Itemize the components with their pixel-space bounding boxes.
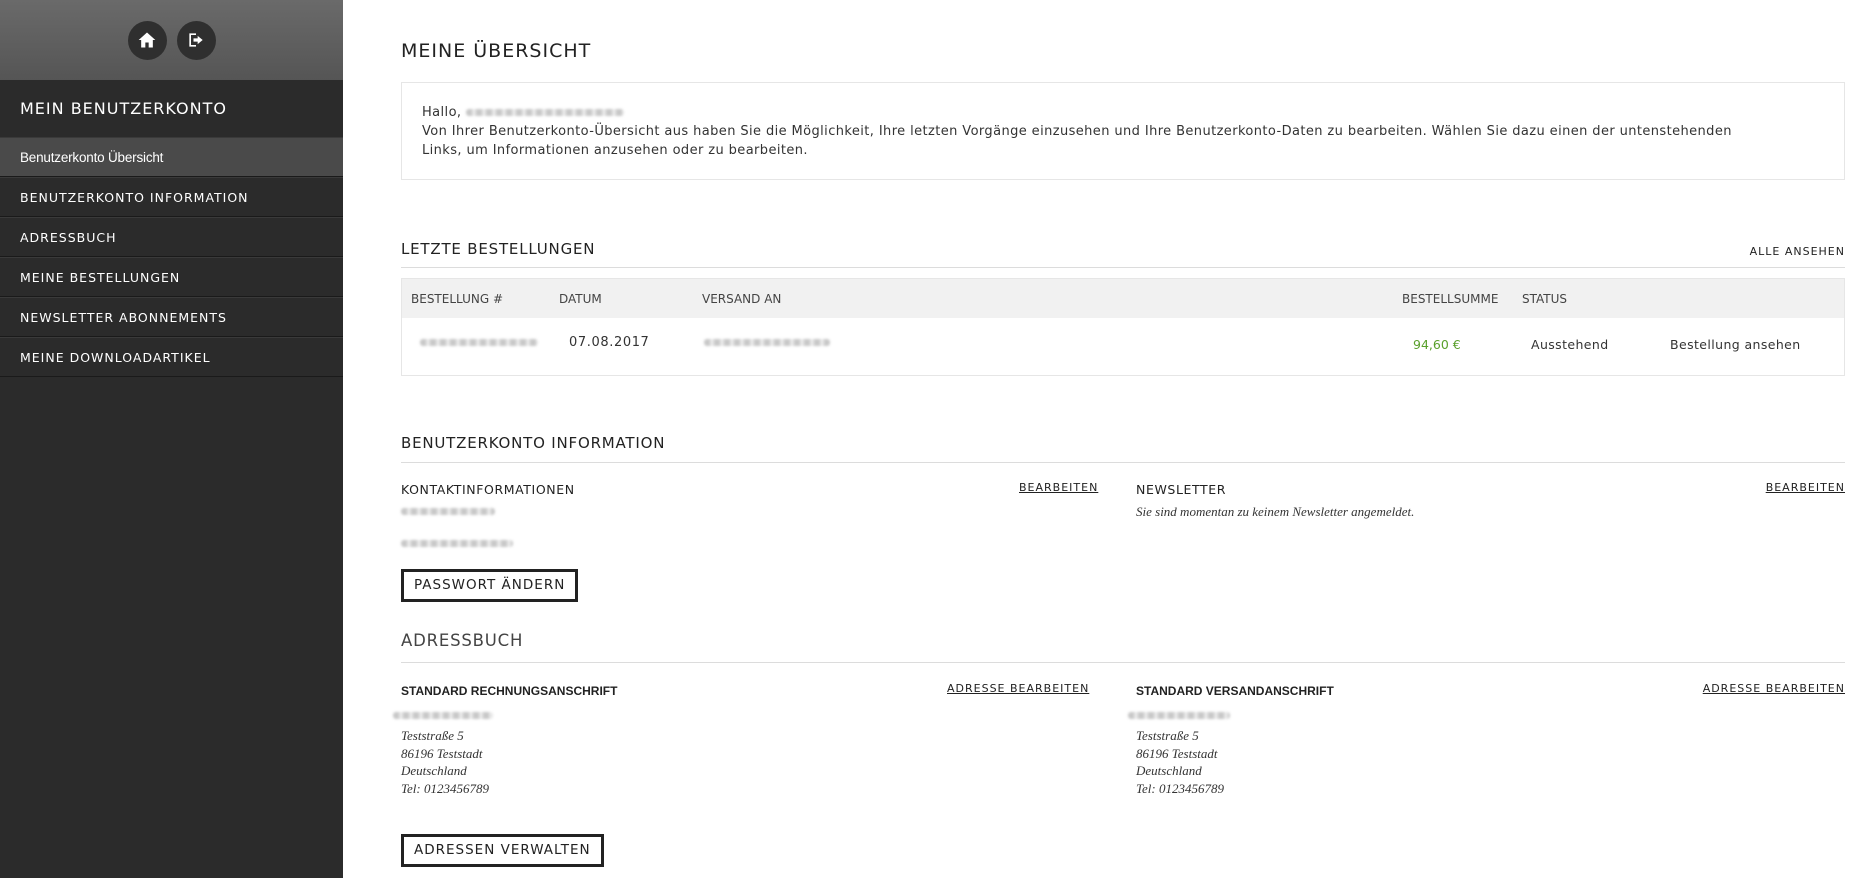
sidebar-header bbox=[0, 0, 343, 80]
col-ship-to: VERSAND AN bbox=[702, 292, 782, 306]
account-info-title: BENUTZERKONTO INFORMATION bbox=[401, 434, 666, 452]
view-order-link[interactable]: Bestellung ansehen bbox=[1670, 337, 1801, 352]
newsletter-status-text: Sie sind momentan zu keinem Newsletter a… bbox=[1136, 504, 1415, 519]
col-order-number: BESTELLUNG # bbox=[411, 292, 504, 306]
order-number-redacted bbox=[420, 339, 538, 346]
billing-edit-link[interactable]: ADRESSE BEARBEITEN bbox=[947, 682, 1089, 695]
sidebar-title: MEIN BENUTZERKONTO bbox=[20, 99, 227, 118]
billing-phone: Tel: 0123456789 bbox=[401, 780, 489, 796]
customer-name-redacted bbox=[466, 109, 624, 116]
sidebar: MEIN BENUTZERKONTO Benutzerkonto Übersic… bbox=[0, 0, 343, 878]
page-title: MEINE ÜBERSICHT bbox=[401, 40, 592, 62]
sidebar-item-newsletter[interactable]: NEWSLETTER ABONNEMENTS bbox=[0, 297, 343, 337]
billing-city: 86196 Teststadt bbox=[401, 745, 483, 761]
sidebar-item-address-book[interactable]: ADRESSBUCH bbox=[0, 217, 343, 257]
divider bbox=[401, 462, 1845, 463]
sidebar-item-orders[interactable]: MEINE BESTELLUNGEN bbox=[0, 257, 343, 297]
sidebar-item-account-information[interactable]: BENUTZERKONTO INFORMATION bbox=[0, 177, 343, 217]
contact-name-redacted bbox=[401, 508, 495, 515]
shipping-address-lines: Teststraße 5 86196 Teststadt Deutschland… bbox=[1136, 727, 1224, 797]
address-book-title: ADRESSBUCH bbox=[401, 631, 524, 650]
order-total: 94,60 € bbox=[1413, 337, 1461, 352]
billing-address-label: STANDARD RECHNUNGSANSCHRIFT bbox=[401, 684, 618, 698]
billing-address-lines: Teststraße 5 86196 Teststadt Deutschland… bbox=[401, 727, 489, 797]
contact-email-redacted bbox=[401, 540, 513, 547]
col-order-total: BESTELLSUMME bbox=[1402, 292, 1499, 306]
billing-street: Teststraße 5 bbox=[401, 728, 464, 743]
shipping-address-label: STANDARD VERSANDANSCHRIFT bbox=[1136, 684, 1334, 698]
welcome-box: Hallo, Von Ihrer Benutzerkonto-Übersicht… bbox=[401, 82, 1845, 180]
order-status: Ausstehend bbox=[1531, 337, 1609, 352]
home-button[interactable] bbox=[127, 20, 167, 60]
greeting: Hallo, bbox=[422, 105, 462, 120]
col-date: DATUM bbox=[559, 292, 602, 306]
recent-orders-title: LETZTE BESTELLUNGEN bbox=[401, 240, 596, 258]
shipping-edit-link[interactable]: ADRESSE BEARBEITEN bbox=[1703, 682, 1845, 695]
logout-icon bbox=[189, 33, 203, 47]
billing-country: Deutschland bbox=[401, 763, 467, 778]
billing-name-redacted bbox=[393, 712, 493, 719]
shipping-name-redacted bbox=[1128, 712, 1230, 719]
contact-edit-link[interactable]: BEARBEITEN bbox=[1019, 481, 1098, 494]
home-icon bbox=[138, 32, 156, 48]
orders-table: BESTELLUNG # DATUM VERSAND AN BESTELLSUM… bbox=[401, 278, 1845, 376]
divider bbox=[401, 662, 1845, 663]
sidebar-item-overview[interactable]: Benutzerkonto Übersicht bbox=[0, 137, 343, 177]
shipping-street: Teststraße 5 bbox=[1136, 728, 1199, 743]
shipping-city: 86196 Teststadt bbox=[1136, 745, 1218, 761]
table-row: 07.08.2017 94,60 € Ausstehend Bestellung… bbox=[402, 318, 1844, 376]
welcome-text: Von Ihrer Benutzerkonto-Übersicht aus ha… bbox=[422, 124, 1732, 158]
logout-button[interactable] bbox=[176, 20, 216, 60]
view-all-link[interactable]: ALLE ANSEHEN bbox=[1750, 245, 1845, 258]
shipping-country: Deutschland bbox=[1136, 763, 1202, 778]
orders-table-header: BESTELLUNG # DATUM VERSAND AN BESTELLSUM… bbox=[402, 279, 1844, 318]
divider bbox=[401, 267, 1845, 268]
order-date: 07.08.2017 bbox=[569, 335, 650, 350]
contact-info-label: KONTAKTINFORMATIONEN bbox=[401, 482, 575, 497]
change-password-button[interactable]: PASSWORT ÄNDERN bbox=[401, 569, 579, 602]
sidebar-item-downloads[interactable]: MEINE DOWNLOADARTIKEL bbox=[0, 337, 343, 377]
shipping-phone: Tel: 0123456789 bbox=[1136, 780, 1224, 796]
manage-addresses-button[interactable]: ADRESSEN VERWALTEN bbox=[401, 834, 604, 867]
newsletter-label: NEWSLETTER bbox=[1136, 482, 1227, 497]
col-status: STATUS bbox=[1522, 292, 1568, 306]
ship-to-redacted bbox=[704, 339, 830, 346]
newsletter-edit-link[interactable]: BEARBEITEN bbox=[1766, 481, 1845, 494]
